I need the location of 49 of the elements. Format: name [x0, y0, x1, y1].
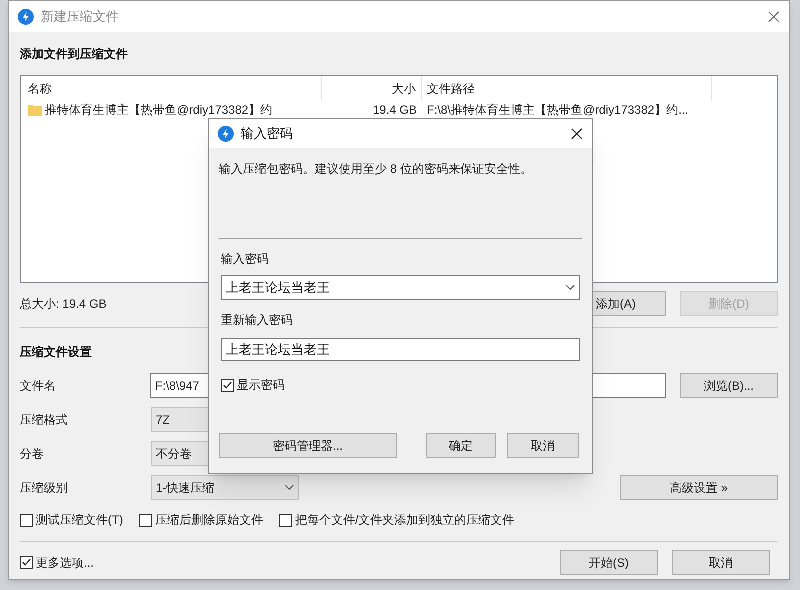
advanced-settings-button[interactable]: 高级设置 » [620, 475, 778, 500]
checkbox[interactable] [20, 556, 33, 569]
cancel-button[interactable]: 取消 [507, 433, 579, 458]
table-cell-text: F:\8\推特体育生博主【热带鱼@rdiy173382】约... [426, 102, 690, 119]
field-label: 分卷 [20, 446, 45, 462]
field-value: 上老王论坛当老王 [226, 278, 330, 297]
checkbox[interactable] [221, 378, 234, 392]
column-header[interactable]: 名称 [21, 76, 322, 101]
checkbox-label: 测试压缩文件(T) [36, 512, 124, 529]
checkbox[interactable] [279, 514, 292, 526]
column-header[interactable]: 文件路径 [422, 76, 712, 101]
ok-button[interactable]: 确定 [426, 433, 496, 458]
close-icon[interactable] [571, 128, 583, 140]
field-label: 文件名 [20, 378, 57, 394]
confirm-password-field[interactable]: 上老王论坛当老王 [221, 338, 580, 361]
start-button[interactable]: 开始(S) [560, 550, 658, 575]
table-cell-text: 19.4 GB [372, 102, 418, 119]
field-label: 输入密码 [220, 251, 269, 268]
table-cell-text: 推特体育生博主【热带鱼@rdiy173382】约 [45, 102, 273, 119]
folder-icon [28, 103, 42, 117]
total-size: 总大小: 19.4 GB [20, 296, 107, 312]
checkbox[interactable] [20, 514, 33, 526]
checkbox-label: 更多选项... [36, 554, 94, 572]
more-options-checkbox[interactable]: 更多选项... [20, 554, 94, 572]
checkbox[interactable] [139, 514, 152, 526]
chevron-down-icon [285, 485, 294, 490]
option-checkbox[interactable]: 压缩后删除原始文件 [139, 511, 264, 529]
field-label: 重新输入密码 [220, 312, 293, 329]
section-heading: 添加文件到压缩文件 [20, 46, 128, 63]
checkbox-label: 压缩后删除原始文件 [155, 512, 264, 529]
chevron-down-icon [566, 285, 575, 290]
app-logo-icon [18, 8, 34, 24]
checkbox-label: 显示密码 [237, 377, 285, 394]
dialog-title: 输入密码 [241, 124, 293, 143]
option-checkbox[interactable]: 测试压缩文件(T) [20, 511, 124, 529]
dialog-message: 输入压缩包密码。建议使用至少 8 位的密码来保证安全性。 [219, 161, 532, 178]
field-label: 压缩格式 [20, 412, 69, 428]
cancel-button[interactable]: 取消 [672, 550, 770, 575]
dropdown-value: 1-快速压缩 [156, 480, 215, 496]
browse-button[interactable]: 浏览(B)... [680, 373, 778, 398]
field-label: 压缩级别 [20, 480, 69, 496]
dropdown[interactable]: 1-快速压缩 [151, 475, 299, 500]
column-header[interactable]: 大小 [322, 76, 422, 101]
show-password-checkbox[interactable]: 显示密码 [221, 376, 582, 394]
password-manager-button[interactable]: 密码管理器... [219, 433, 397, 458]
section-heading: 压缩文件设置 [20, 344, 92, 361]
password-combo[interactable]: 上老王论坛当老王 [221, 275, 580, 300]
window-title: 新建压缩文件 [41, 8, 119, 26]
app-logo-icon [218, 126, 234, 142]
